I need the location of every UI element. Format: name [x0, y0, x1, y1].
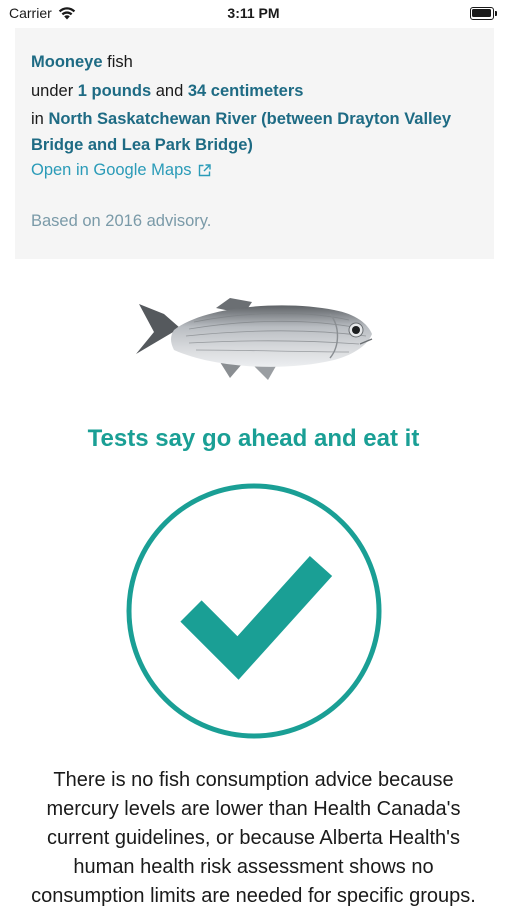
check-circle-icon — [126, 483, 382, 739]
location-name: North Saskatchewan River (between Drayto… — [31, 110, 451, 154]
open-google-maps-link[interactable]: Open in Google Maps — [31, 160, 211, 180]
advisory-note: Based on 2016 advisory. — [31, 212, 212, 230]
and-label: and — [155, 82, 184, 100]
maps-link-label: Open in Google Maps — [31, 161, 192, 179]
verdict-explanation: There is no fish consumption advice beca… — [31, 769, 476, 907]
length-value: 34 centimeters — [187, 82, 304, 100]
battery-icon — [470, 7, 497, 20]
species-line: Mooneye fish — [31, 52, 478, 72]
status-time: 3:11 PM — [227, 5, 280, 21]
species-suffix: fish — [107, 53, 133, 71]
external-link-icon — [198, 163, 211, 176]
under-label: under — [31, 82, 74, 100]
species-name: Mooneye — [31, 53, 103, 71]
weight-value: 1 pounds — [77, 82, 152, 100]
size-line: under 1 pounds and 34 centimeters — [31, 81, 478, 101]
location-line: in North Saskatchewan River (between Dra… — [31, 106, 478, 158]
in-label: in — [31, 110, 44, 128]
status-bar: Carrier 3:11 PM — [0, 0, 507, 28]
fish-image — [136, 298, 373, 380]
verdict-heading: Tests say go ahead and eat it — [87, 425, 420, 452]
advisory-info-card: Mooneye fish under 1 pounds and 34 centi… — [15, 28, 494, 259]
